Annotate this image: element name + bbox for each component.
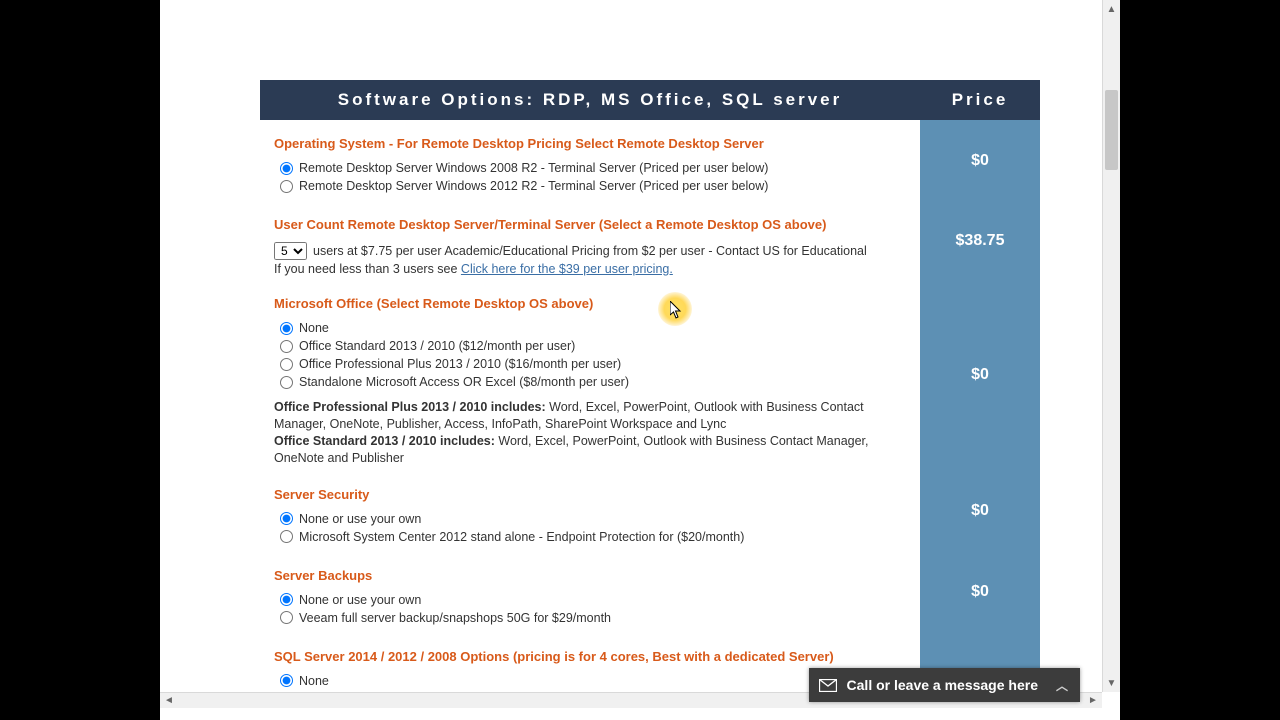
security-option: Microsoft System Center 2012 stand alone… <box>280 530 906 544</box>
security-radio[interactable] <box>280 512 293 525</box>
chat-label: Call or leave a message here <box>847 677 1038 693</box>
os-option: Remote Desktop Server Windows 2008 R2 - … <box>280 161 906 175</box>
scroll-right-arrow-icon[interactable]: ► <box>1084 693 1102 708</box>
row-user-count: User Count Remote Desktop Server/Termina… <box>260 201 1040 280</box>
security-radio[interactable] <box>280 530 293 543</box>
backups-label: Veeam full server backup/snapshops 50G f… <box>299 611 611 625</box>
row-server-backups: Server Backups None or use your own Veeam… <box>260 552 1040 633</box>
software-options-table: Software Options: RDP, MS Office, SQL se… <box>260 80 1040 690</box>
office-radio[interactable] <box>280 340 293 353</box>
sql-title: SQL Server 2014 / 2012 / 2008 Options (p… <box>274 649 906 664</box>
backups-option: None or use your own <box>280 593 906 607</box>
backups-radio[interactable] <box>280 593 293 606</box>
scroll-up-arrow-icon[interactable]: ▲ <box>1103 0 1120 18</box>
letterbox-right <box>1120 0 1280 720</box>
scroll-left-arrow-icon[interactable]: ◄ <box>160 693 178 708</box>
usercount-price: $38.75 <box>920 201 1040 280</box>
backups-label: None or use your own <box>299 593 421 607</box>
office-price: $0 <box>920 280 1040 471</box>
security-label: None or use your own <box>299 512 421 526</box>
os-option: Remote Desktop Server Windows 2012 R2 - … <box>280 179 906 193</box>
browser-viewport: Software Options: RDP, MS Office, SQL se… <box>160 0 1120 720</box>
chevron-up-icon: ︿ <box>1056 677 1068 694</box>
security-title: Server Security <box>274 487 906 502</box>
os-label: Remote Desktop Server Windows 2008 R2 - … <box>299 161 768 175</box>
office-radio[interactable] <box>280 358 293 371</box>
security-label: Microsoft System Center 2012 stand alone… <box>299 530 744 544</box>
office-option: Standalone Microsoft Access OR Excel ($8… <box>280 375 906 389</box>
row-operating-system: Operating System - For Remote Desktop Pr… <box>260 120 1040 201</box>
office-label: Standalone Microsoft Access OR Excel ($8… <box>299 375 629 389</box>
letterbox-left <box>0 0 160 720</box>
scroll-down-arrow-icon[interactable]: ▼ <box>1103 674 1120 692</box>
scroll-thumb[interactable] <box>1105 90 1118 170</box>
vertical-scrollbar[interactable]: ▲ ▼ <box>1102 0 1120 692</box>
backups-radio[interactable] <box>280 611 293 624</box>
page-content: Software Options: RDP, MS Office, SQL se… <box>180 0 1090 690</box>
os-label: Remote Desktop Server Windows 2012 R2 - … <box>299 179 768 193</box>
office-option: Office Standard 2013 / 2010 ($12/month p… <box>280 339 906 353</box>
office-option: Office Professional Plus 2013 / 2010 ($1… <box>280 357 906 371</box>
backups-price: $0 <box>920 552 1040 633</box>
usercount-line: users at $7.75 per user Academic/Educati… <box>313 244 867 258</box>
per-user-pricing-link[interactable]: Click here for the $39 per user pricing. <box>461 262 673 276</box>
security-price: $0 <box>920 471 1040 552</box>
os-title: Operating System - For Remote Desktop Pr… <box>274 136 906 151</box>
os-price: $0 <box>920 120 1040 201</box>
office-label: None <box>299 321 329 335</box>
backups-option: Veeam full server backup/snapshops 50G f… <box>280 611 906 625</box>
usercount-title: User Count Remote Desktop Server/Termina… <box>274 217 906 232</box>
sql-radio[interactable] <box>280 674 293 687</box>
office-option: None <box>280 321 906 335</box>
row-server-security: Server Security None or use your own Micr… <box>260 471 1040 552</box>
usercount-fineprint: If you need less than 3 users see Click … <box>274 262 906 276</box>
header-title: Software Options: RDP, MS Office, SQL se… <box>260 80 920 120</box>
office-radio[interactable] <box>280 376 293 389</box>
usercount-select[interactable]: 5 <box>274 242 307 260</box>
chat-widget[interactable]: Call or leave a message here ︿ <box>809 668 1080 702</box>
office-title: Microsoft Office (Select Remote Desktop … <box>274 296 906 311</box>
header-price: Price <box>920 80 1040 120</box>
mail-icon <box>819 679 837 692</box>
office-radio[interactable] <box>280 322 293 335</box>
office-label: Office Standard 2013 / 2010 ($12/month p… <box>299 339 575 353</box>
sql-label: None <box>299 674 329 688</box>
office-desc: Office Professional Plus 2013 / 2010 inc… <box>274 399 906 467</box>
backups-title: Server Backups <box>274 568 906 583</box>
row-ms-office: Microsoft Office (Select Remote Desktop … <box>260 280 1040 471</box>
os-radio[interactable] <box>280 162 293 175</box>
security-option: None or use your own <box>280 512 906 526</box>
table-header: Software Options: RDP, MS Office, SQL se… <box>260 80 1040 120</box>
office-label: Office Professional Plus 2013 / 2010 ($1… <box>299 357 621 371</box>
os-radio[interactable] <box>280 180 293 193</box>
